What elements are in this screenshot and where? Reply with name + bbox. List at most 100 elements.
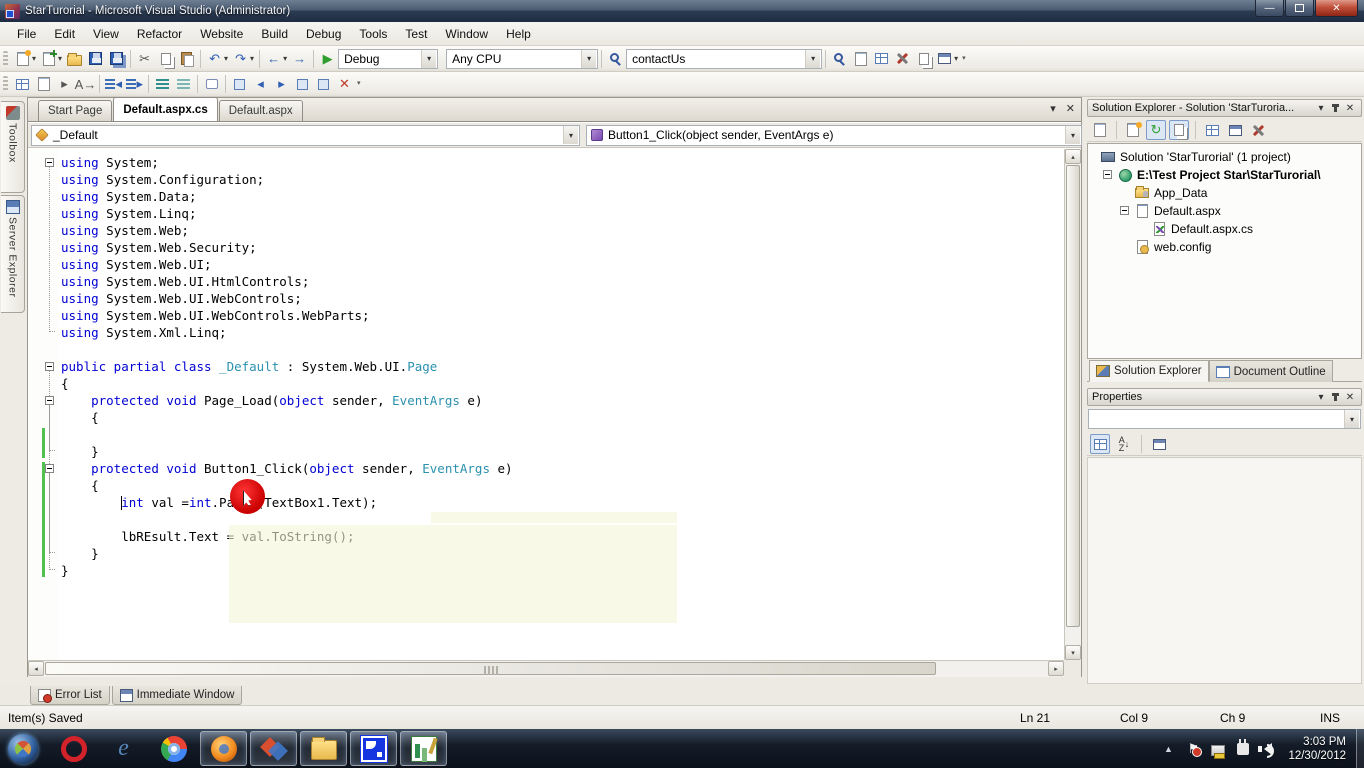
solution-explorer-button[interactable] [913, 48, 934, 70]
tree-item-default-aspx-cs[interactable]: Default.aspx.cs [1088, 220, 1361, 238]
bottom-tab-immediate-window[interactable]: Immediate Window [112, 686, 243, 705]
bookmark-next-folder-button[interactable] [313, 73, 334, 95]
cut-button[interactable]: ✂ [134, 48, 155, 70]
chevron-down-icon[interactable]: ▾ [581, 50, 596, 68]
chevron-down-icon[interactable]: ▾ [1050, 102, 1056, 115]
command-window-button[interactable]: ▾ [934, 48, 960, 70]
paste-button[interactable] [176, 48, 197, 70]
chevron-down-icon[interactable]: ▾ [224, 54, 228, 63]
tree-item-app-data[interactable]: App_Data [1088, 184, 1361, 202]
document-tab-default-aspx[interactable]: Default.aspx [219, 100, 303, 121]
tree-item-solution-starturorial-1-projec[interactable]: Solution 'StarTurorial' (1 project) [1088, 148, 1361, 166]
windows-explorer-taskbar-button[interactable] [300, 731, 347, 766]
collapse-minus-icon[interactable] [45, 362, 54, 371]
toolbar-grip[interactable] [3, 76, 8, 92]
toolbox-button[interactable] [892, 48, 913, 70]
categorized-icon[interactable] [1090, 434, 1110, 454]
code-editor[interactable]: using System;using System.Configuration;… [28, 149, 1081, 660]
chevron-down-icon[interactable]: ▾ [954, 54, 958, 63]
bottom-tab-error-list[interactable]: Error List [30, 686, 110, 705]
maximize-button[interactable] [1285, 0, 1314, 17]
show-hidden-icons[interactable]: ▲ [1159, 740, 1177, 758]
document-tab-start-page[interactable]: Start Page [38, 100, 112, 121]
internet-explorer-taskbar-button[interactable]: e [100, 731, 147, 766]
word-completion-button[interactable]: A→ [75, 73, 96, 95]
properties-button[interactable] [1090, 120, 1110, 140]
network-icon[interactable] [1209, 740, 1227, 758]
chevron-down-icon[interactable]: ▾ [1314, 103, 1328, 114]
menu-item-build[interactable]: Build [252, 24, 297, 44]
menu-item-view[interactable]: View [84, 24, 128, 44]
navigate-backward-button[interactable]: ←▾ [263, 48, 289, 70]
power-icon[interactable] [1234, 740, 1252, 758]
chevron-down-icon[interactable]: ▾ [58, 54, 62, 63]
bookmark-prev-folder-button[interactable] [292, 73, 313, 95]
action-center-icon[interactable]: ⚑ [1184, 740, 1202, 758]
toolbar-overflow-icon[interactable]: ▾ [962, 56, 966, 62]
undo-button[interactable]: ↶▾ [204, 48, 230, 70]
document-tab-default-aspx-cs[interactable]: Default.aspx.cs [113, 97, 217, 121]
recorder-taskbar-button[interactable] [400, 731, 447, 766]
alphabetical-icon[interactable]: AZ↓ [1114, 434, 1134, 454]
refresh-button[interactable]: ↻ [1146, 120, 1166, 140]
aspnet-configuration-button[interactable] [1248, 120, 1268, 140]
copy-web-site-button[interactable] [1225, 120, 1245, 140]
close-icon[interactable]: ✕ [1066, 102, 1075, 115]
collapse-minus-icon[interactable] [1120, 206, 1129, 215]
properties-window-button[interactable] [850, 48, 871, 70]
tree-item-e-test-project-star-starturori[interactable]: E:\Test Project Star\StarTurorial\ [1088, 166, 1361, 184]
redo-button[interactable]: ↷▾ [230, 48, 256, 70]
property-pages-icon[interactable] [1149, 434, 1169, 454]
scroll-down-icon[interactable]: ▾ [1065, 645, 1081, 660]
tree-item-web-config[interactable]: web.config [1088, 238, 1361, 256]
toolbox-tab[interactable]: Toolbox [1, 101, 25, 193]
save-button[interactable] [85, 48, 106, 70]
pin-icon[interactable] [1334, 104, 1337, 112]
toolbar-overflow-icon[interactable]: ▾ [357, 81, 361, 87]
view-class-diagram-button[interactable] [1202, 120, 1222, 140]
screen-tool-taskbar-button[interactable] [350, 731, 397, 766]
collapse-minus-icon[interactable] [45, 396, 54, 405]
chevron-down-icon[interactable]: ▾ [421, 50, 436, 68]
chevron-down-icon[interactable]: ▾ [805, 50, 820, 68]
find-symbol-button[interactable] [829, 48, 850, 70]
properties-object-combo[interactable]: ▾ [1088, 409, 1361, 429]
close-icon[interactable]: ✕ [1343, 103, 1357, 114]
bookmark-prev-button[interactable]: ◂ [250, 73, 271, 95]
start-debugging-button[interactable]: ▶ [317, 48, 338, 70]
menu-item-window[interactable]: Window [436, 24, 497, 44]
chevron-down-icon[interactable]: ▾ [283, 54, 287, 63]
menu-item-edit[interactable]: Edit [45, 24, 84, 44]
scroll-left-icon[interactable]: ◂ [28, 661, 44, 676]
toolbar-grip[interactable] [3, 51, 8, 67]
scroll-right-icon[interactable]: ▸ [1048, 661, 1064, 676]
increase-indent-button[interactable]: ▸ [124, 73, 145, 95]
comment-button[interactable] [152, 73, 173, 95]
uncomment-button[interactable] [173, 73, 194, 95]
chevron-down-icon[interactable]: ▾ [32, 54, 36, 63]
close-button[interactable]: ✕ [1315, 0, 1358, 17]
navigate-forward-button[interactable]: → [289, 48, 310, 70]
open-file-button[interactable] [64, 48, 85, 70]
server-explorer-tab[interactable]: Server Explorer [1, 195, 25, 313]
panel-tab-solution-explorer[interactable]: Solution Explorer [1089, 360, 1209, 382]
visual-studio-taskbar-button[interactable] [250, 731, 297, 766]
menu-item-test[interactable]: Test [396, 24, 436, 44]
tree-item-default-aspx[interactable]: Default.aspx [1088, 202, 1361, 220]
minimize-button[interactable]: — [1255, 0, 1284, 17]
start-button[interactable] [8, 734, 38, 764]
scroll-up-icon[interactable]: ▴ [1065, 149, 1081, 164]
new-project-button[interactable]: ▾ [12, 48, 38, 70]
chrome-taskbar-button[interactable] [150, 731, 197, 766]
vertical-scroll-thumb[interactable] [1066, 165, 1080, 627]
properties-grid[interactable] [1087, 457, 1362, 684]
menu-item-tools[interactable]: Tools [350, 24, 396, 44]
collapse-minus-icon[interactable] [1103, 170, 1112, 179]
menu-item-debug[interactable]: Debug [297, 24, 350, 44]
member-list-button[interactable] [12, 73, 33, 95]
chevron-down-icon[interactable]: ▾ [1065, 126, 1080, 144]
horizontal-scroll-thumb[interactable] [45, 662, 936, 675]
chevron-down-icon[interactable]: ▾ [250, 54, 254, 63]
chevron-down-icon[interactable]: ▾ [1344, 410, 1359, 428]
types-combo[interactable]: _Default ▾ [31, 125, 580, 146]
